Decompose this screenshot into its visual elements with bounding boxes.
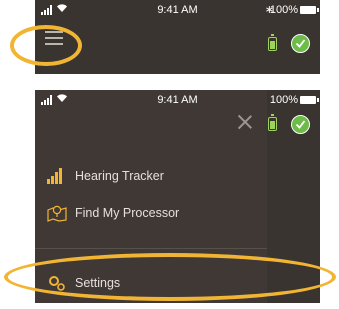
status-battery-icon bbox=[300, 6, 319, 14]
menu-item-hearing-tracker[interactable]: Hearing Tracker bbox=[47, 164, 164, 188]
status-time: 9:41 AM bbox=[157, 94, 198, 106]
map-pin-icon bbox=[47, 205, 67, 222]
menu-item-label: Hearing Tracker bbox=[75, 169, 164, 183]
status-bar: 9:41 AM ∗ 100% bbox=[35, 0, 320, 20]
battery-percent: 100% bbox=[269, 4, 298, 16]
menu-item-label: Find My Processor bbox=[75, 206, 180, 220]
connection-status-icon[interactable] bbox=[291, 34, 310, 53]
drawer-status-bar: 9:41 AM bbox=[35, 90, 267, 110]
processor-battery-icon bbox=[268, 114, 277, 131]
highlight-ring-menu-button bbox=[10, 25, 82, 66]
highlight-ring-settings bbox=[4, 253, 336, 301]
menu-item-find-my-processor[interactable]: Find My Processor bbox=[47, 201, 179, 225]
connection-status-icon[interactable] bbox=[291, 115, 310, 134]
signal-bars-icon bbox=[47, 168, 67, 184]
close-icon[interactable] bbox=[237, 115, 252, 129]
menu-divider bbox=[35, 248, 267, 249]
processor-battery-icon bbox=[268, 34, 277, 51]
